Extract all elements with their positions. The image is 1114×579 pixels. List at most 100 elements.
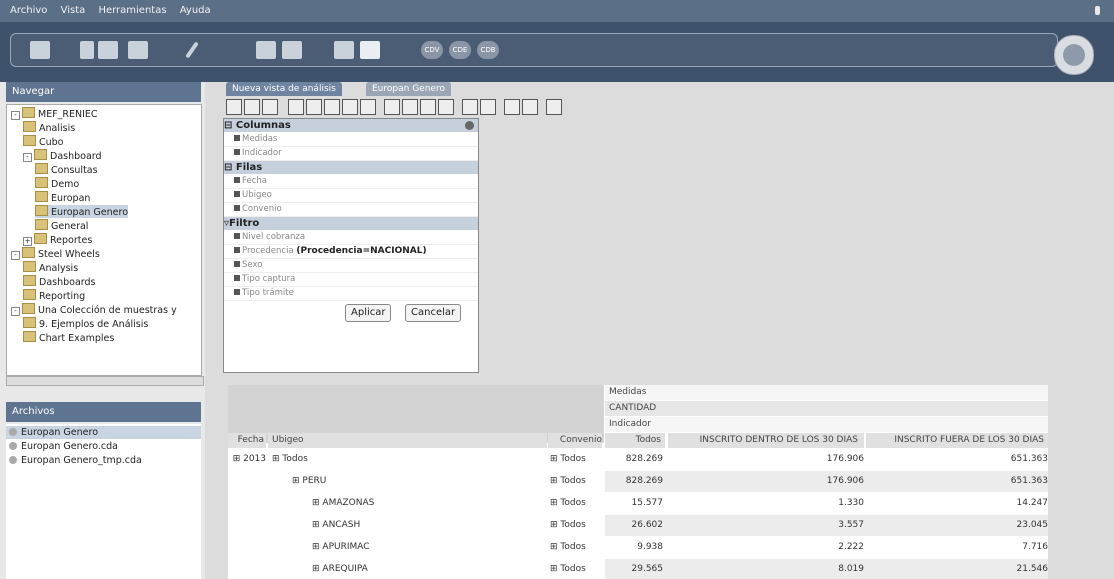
tree-item[interactable]: Analysis: [23, 261, 78, 274]
print-icon[interactable]: [334, 41, 354, 59]
column-chart-icon[interactable]: [480, 99, 496, 115]
apply-button[interactable]: Aplicar: [345, 304, 392, 322]
row-item[interactable]: Convenio: [224, 203, 478, 217]
grid-icon[interactable]: [288, 99, 304, 115]
cell-ubigeo[interactable]: ⊞ ANCASH: [312, 515, 572, 536]
collapse-icon[interactable]: -: [11, 111, 20, 120]
cell-convenio[interactable]: ⊞ Todos: [550, 515, 602, 536]
cell-convenio[interactable]: ⊞ Todos: [550, 493, 602, 514]
expand-icon[interactable]: ⊞: [550, 564, 560, 574]
expand-icon[interactable]: ⊞: [550, 520, 560, 530]
filter-item[interactable]: Sexo: [224, 259, 478, 273]
tree-item[interactable]: Demo: [35, 177, 79, 190]
tree-item[interactable]: Europan Genero: [35, 205, 129, 218]
cell-ubigeo[interactable]: ⊞ AREQUIPA: [312, 559, 572, 579]
tab-europan-genero[interactable]: Europan Genero: [366, 82, 451, 96]
tree-item[interactable]: + Reportes: [23, 233, 92, 246]
save-as-icon[interactable]: [282, 41, 302, 59]
file-item[interactable]: Europan Genero.cda: [6, 440, 201, 453]
filter-item[interactable]: Tipo captura: [224, 273, 478, 287]
tree-item[interactable]: Cubo: [23, 135, 64, 148]
column-item[interactable]: Indicador: [224, 147, 478, 161]
export-pdf-icon[interactable]: [522, 99, 538, 115]
mdx-icon[interactable]: [244, 99, 260, 115]
col-dentro-header[interactable]: INSCRITO DENTRO DE LOS 30 DIAS: [668, 433, 864, 448]
cell-convenio[interactable]: ⊞ Todos: [550, 537, 602, 558]
cell-convenio[interactable]: ⊞ Todos: [550, 449, 602, 470]
tree-item[interactable]: Analisis: [23, 121, 75, 134]
expand-icon[interactable]: ⊞: [550, 542, 560, 552]
menu-herramientas[interactable]: Herramientas: [98, 0, 166, 22]
undo-icon[interactable]: [360, 99, 376, 115]
col-convenio-header[interactable]: Convenio: [548, 433, 602, 448]
collapse-icon[interactable]: [438, 99, 454, 115]
expand-icon[interactable]: ⊞: [312, 498, 322, 508]
expand-icon[interactable]: ⊞: [550, 476, 560, 486]
drill-up-icon[interactable]: [402, 99, 418, 115]
close-icon[interactable]: [465, 121, 474, 130]
cell-convenio[interactable]: ⊞ Todos: [550, 471, 602, 492]
col-ubigeo-header[interactable]: Ubigeo: [268, 433, 547, 448]
open-folder-icon[interactable]: [30, 41, 50, 59]
col-fuera-header[interactable]: INSCRITO FUERA DE LOS 30 DIAS: [866, 433, 1048, 448]
sort-icon[interactable]: [262, 99, 278, 115]
expand-icon[interactable]: ⊞: [312, 520, 322, 530]
column-item[interactable]: Medidas: [224, 133, 478, 147]
print-icon[interactable]: [342, 99, 358, 115]
cell-ubigeo[interactable]: ⊞ APURIMAC: [312, 537, 572, 558]
expand-icon[interactable]: ⊞: [312, 564, 322, 574]
cell-convenio[interactable]: ⊞ Todos: [550, 559, 602, 579]
collapse-icon[interactable]: -: [11, 251, 20, 260]
tree-item[interactable]: General: [35, 219, 88, 232]
filter-item[interactable]: Tipo trámite: [224, 287, 478, 301]
tree-item[interactable]: - Steel Wheels: [11, 247, 100, 260]
cell-fecha[interactable]: ⊞ 2013: [228, 449, 266, 470]
tab-nueva-vista[interactable]: Nueva vista de análisis: [226, 82, 342, 96]
col-todos-header[interactable]: Todos: [605, 433, 665, 448]
menu-ayuda[interactable]: Ayuda: [180, 0, 211, 22]
export-excel-icon[interactable]: [504, 99, 520, 115]
menu-vista[interactable]: Vista: [61, 0, 86, 22]
bar-chart-icon[interactable]: [462, 99, 478, 115]
file-item[interactable]: Europan Genero_tmp.cda: [6, 454, 201, 467]
drill-down-icon[interactable]: [384, 99, 400, 115]
row-item[interactable]: Fecha: [224, 175, 478, 189]
cell-ubigeo[interactable]: ⊞ Todos: [272, 449, 532, 470]
new-dashboard-icon[interactable]: [128, 41, 148, 59]
tree-item[interactable]: Consultas: [35, 163, 98, 176]
layout-icon[interactable]: [360, 41, 380, 59]
cancel-button[interactable]: Cancelar: [405, 304, 462, 322]
expand-icon[interactable]: ⊞: [550, 454, 560, 464]
tree-item[interactable]: Europan: [35, 191, 90, 204]
tree-item[interactable]: Dashboards: [23, 275, 96, 288]
cell-ubigeo[interactable]: ⊞ PERU: [292, 471, 552, 492]
cde-button[interactable]: CDE: [449, 41, 471, 59]
filter-item[interactable]: Procedencia (Procedencia=NACIONAL): [224, 245, 478, 259]
expand-icon[interactable]: ⊞: [312, 542, 322, 552]
tree-item[interactable]: Chart Examples: [23, 331, 114, 344]
expand-icon[interactable]: +: [23, 237, 32, 246]
tree-item[interactable]: - MEF_RENIEC: [11, 107, 98, 120]
collapse-icon[interactable]: -: [11, 307, 20, 316]
tree-item[interactable]: Reporting: [23, 289, 85, 302]
new-report-icon[interactable]: [80, 41, 94, 59]
tree-item[interactable]: - Una Colección de muestras y: [11, 303, 177, 316]
cell-ubigeo[interactable]: ⊞ AMAZONAS: [312, 493, 572, 514]
new-analysis-icon[interactable]: [98, 41, 118, 59]
table-icon[interactable]: [306, 99, 322, 115]
expand-icon[interactable]: ⊞: [272, 454, 282, 464]
col-fecha-header[interactable]: Fecha: [228, 433, 266, 448]
save-icon[interactable]: [256, 41, 276, 59]
cube-icon[interactable]: [226, 99, 242, 115]
chart-icon[interactable]: [324, 99, 340, 115]
swap-axes-icon[interactable]: [546, 99, 562, 115]
tree-horizontal-scrollbar[interactable]: [6, 376, 204, 386]
tree-item[interactable]: - Dashboard: [23, 149, 102, 162]
cdb-button[interactable]: CDB: [477, 41, 499, 59]
filter-item[interactable]: Nivel cobranza: [224, 231, 478, 245]
menu-archivo[interactable]: Archivo: [10, 0, 47, 22]
row-item[interactable]: Ubigeo: [224, 189, 478, 203]
expand-icon[interactable]: [420, 99, 436, 115]
expand-icon[interactable]: ⊞: [550, 498, 560, 508]
file-item[interactable]: Europan Genero: [6, 426, 201, 439]
